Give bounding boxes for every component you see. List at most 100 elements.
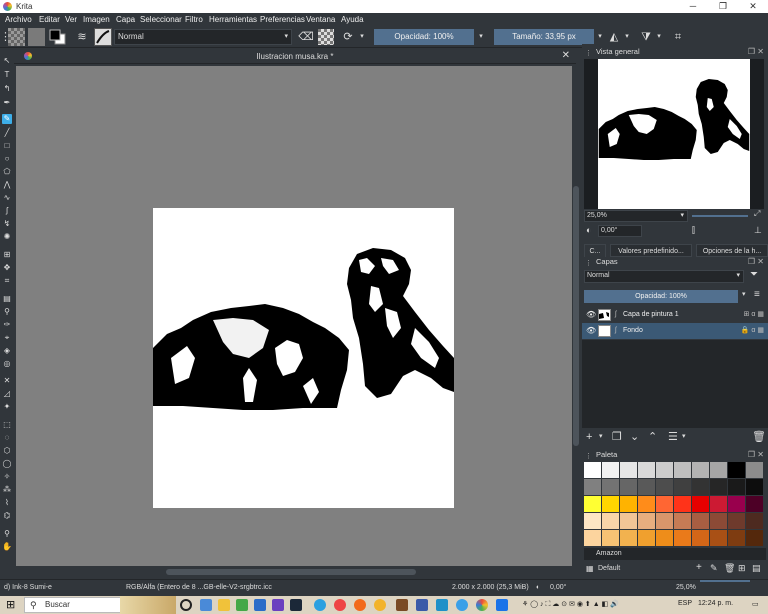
transform-tool-icon[interactable]: ⊞ — [2, 250, 12, 260]
windows-start-icon[interactable]: ⊞ — [6, 599, 18, 611]
palette-swatch[interactable] — [620, 479, 637, 495]
menu-seleccionar[interactable]: Seleccionar — [140, 15, 182, 24]
tray-icons[interactable]: ⚘ ◯ ♪ ⛶ ☁ ⊙ ✉ ◉ ⬆ ▲ ◧ 🔊 — [522, 600, 619, 609]
smart-patch-tool-icon[interactable]: ⌖ — [2, 333, 12, 343]
current-brush-label[interactable]: d) Ink-8 Sumi-e — [4, 580, 52, 596]
opacity-slider[interactable]: Opacidad: 100% — [374, 29, 474, 45]
visibility-eye-icon[interactable]: 👁 — [586, 323, 596, 339]
bezier-select-tool-icon[interactable]: ⌇ — [2, 498, 12, 508]
language-indicator[interactable]: ESP — [678, 600, 692, 607]
minimize-button[interactable]: ─ — [678, 0, 708, 13]
palette-swatch[interactable] — [656, 496, 673, 512]
reload-preset-icon[interactable]: ⟳ — [340, 29, 356, 45]
layer-properties-dropdown-icon[interactable]: ▾ — [682, 430, 686, 444]
pin-icon[interactable]: ⊥ — [754, 225, 762, 236]
size-dropdown-icon[interactable]: ▾ — [596, 29, 604, 45]
taskbar-app-icon[interactable] — [200, 599, 212, 611]
edge-icon[interactable] — [314, 599, 326, 611]
palette-swatch[interactable] — [584, 513, 601, 529]
firefox-icon[interactable] — [354, 599, 366, 611]
select-shapes-tool-icon[interactable]: ↖ — [2, 56, 12, 66]
taskbar-app-icon[interactable] — [396, 599, 408, 611]
layer-row-fondo[interactable]: 👁 ʃ Fondo 🔒 α ▦ — [582, 323, 768, 339]
palette-list-view-icon[interactable]: ▤ — [752, 563, 761, 574]
overview-rotation-field[interactable]: 0,00° — [598, 225, 642, 237]
task-view-icon[interactable] — [180, 599, 192, 611]
measure-tool-icon[interactable]: ◿ — [2, 389, 12, 399]
steam-icon[interactable] — [290, 599, 302, 611]
file-explorer-icon[interactable] — [218, 599, 230, 611]
rectangle-select-tool-icon[interactable]: ⬚ — [2, 420, 12, 430]
palette-swatch[interactable] — [620, 462, 637, 478]
assistant-tool-icon[interactable]: ✕ — [2, 376, 12, 386]
add-swatch-icon[interactable]: + — [696, 562, 702, 573]
close-button[interactable]: ✕ — [738, 0, 768, 13]
taskbar-app-icon[interactable] — [416, 599, 428, 611]
layer-menu-icon[interactable]: ≡ — [754, 289, 760, 300]
taskbar-app-icon[interactable] — [436, 599, 448, 611]
krita-taskbar-icon[interactable] — [476, 599, 488, 611]
add-layer-icon[interactable]: + — [586, 430, 592, 444]
rectangle-tool-icon[interactable]: □ — [2, 141, 12, 151]
taskbar-app-icon[interactable] — [496, 599, 508, 611]
palette-swatch[interactable] — [746, 530, 763, 546]
zoom-tool-icon[interactable]: ⚲ — [2, 529, 12, 539]
layer-blend-mode-select[interactable]: Normal ▾ — [584, 270, 744, 283]
layer-opacity-slider[interactable]: Opacidad: 100% — [584, 290, 738, 303]
mirror-view-icon[interactable]: ⫿ — [692, 225, 695, 236]
store-icon[interactable] — [254, 599, 266, 611]
freehand-path-tool-icon[interactable]: ʃ — [2, 206, 12, 216]
move-tool-icon[interactable]: ✥ — [2, 263, 12, 273]
menu-ventana[interactable]: Ventana — [306, 15, 335, 24]
palette-swatch[interactable] — [674, 479, 691, 495]
taskbar-app-icon[interactable] — [272, 599, 284, 611]
palette-swatch[interactable] — [728, 462, 745, 478]
text-tool-icon[interactable]: T — [2, 70, 12, 80]
taskbar-clock[interactable]: 12:24 p. m. — [698, 600, 733, 607]
palette-swatch[interactable] — [656, 530, 673, 546]
palette-swatch[interactable] — [692, 496, 709, 512]
gradient-tool-icon[interactable]: ▤ — [2, 294, 12, 304]
move-layer-up-icon[interactable]: ⌃ — [648, 430, 657, 444]
mirror-vertical-icon[interactable]: ⧩ — [638, 29, 654, 45]
palette-swatch[interactable] — [728, 496, 745, 512]
fill-tool-icon[interactable]: ◈ — [2, 346, 12, 356]
reload-dropdown-icon[interactable]: ▾ — [358, 29, 366, 45]
dynamic-brush-tool-icon[interactable]: ↯ — [2, 219, 12, 229]
menu-preferencias[interactable]: Preferencias — [260, 15, 305, 24]
bezier-tool-icon[interactable]: ∿ — [2, 193, 12, 203]
palette-swatch[interactable] — [656, 479, 673, 495]
palette-swatch[interactable] — [638, 496, 655, 512]
colorize-mask-tool-icon[interactable]: ✑ — [2, 320, 12, 330]
similar-select-tool-icon[interactable]: ⁂ — [2, 485, 12, 495]
palette-swatch[interactable] — [638, 530, 655, 546]
rotate-left-icon[interactable]: ◐ — [586, 225, 591, 235]
contiguous-select-tool-icon[interactable]: ✧ — [2, 472, 12, 482]
edit-swatch-icon[interactable]: ✎ — [710, 563, 718, 574]
calligraphy-tool-icon[interactable]: ✒ — [2, 98, 12, 108]
palette-swatch[interactable] — [584, 496, 601, 512]
polyline-tool-icon[interactable]: ⋀ — [2, 180, 12, 190]
palette-swatch[interactable] — [602, 462, 619, 478]
palette-swatch[interactable] — [638, 462, 655, 478]
document-tab[interactable]: Ilustracion musa.kra * ✕ — [14, 48, 576, 64]
palette-swatch[interactable] — [638, 513, 655, 529]
palette-swatch[interactable] — [638, 479, 655, 495]
palette-swatch[interactable] — [710, 479, 727, 495]
ellipse-select-tool-icon[interactable]: ◌ — [2, 433, 12, 443]
overview-thumbnail[interactable] — [598, 59, 750, 209]
palette-swatch[interactable] — [674, 462, 691, 478]
palette-grid-view-icon[interactable]: ⊞ — [738, 563, 746, 574]
layer-flags[interactable]: ⊞ α ▦ — [744, 307, 764, 323]
menu-ver[interactable]: Ver — [65, 15, 77, 24]
crop-icon[interactable]: ⌗ — [670, 29, 686, 45]
taskbar-app-icon[interactable] — [456, 599, 468, 611]
mirror-horizontal-dropdown-icon[interactable]: ▾ — [622, 29, 632, 45]
visibility-eye-icon[interactable]: 👁 — [586, 307, 596, 323]
menu-imagen[interactable]: Imagen — [83, 15, 110, 24]
close-document-icon[interactable]: ✕ — [562, 50, 570, 61]
palette-swatch[interactable] — [674, 513, 691, 529]
layer-row-paint-1[interactable]: 👁 ʃ Capa de pintura 1 ⊞ α ▦ — [582, 307, 768, 323]
multibrush-tool-icon[interactable]: ✺ — [2, 232, 12, 242]
palette-swatch[interactable] — [674, 530, 691, 546]
